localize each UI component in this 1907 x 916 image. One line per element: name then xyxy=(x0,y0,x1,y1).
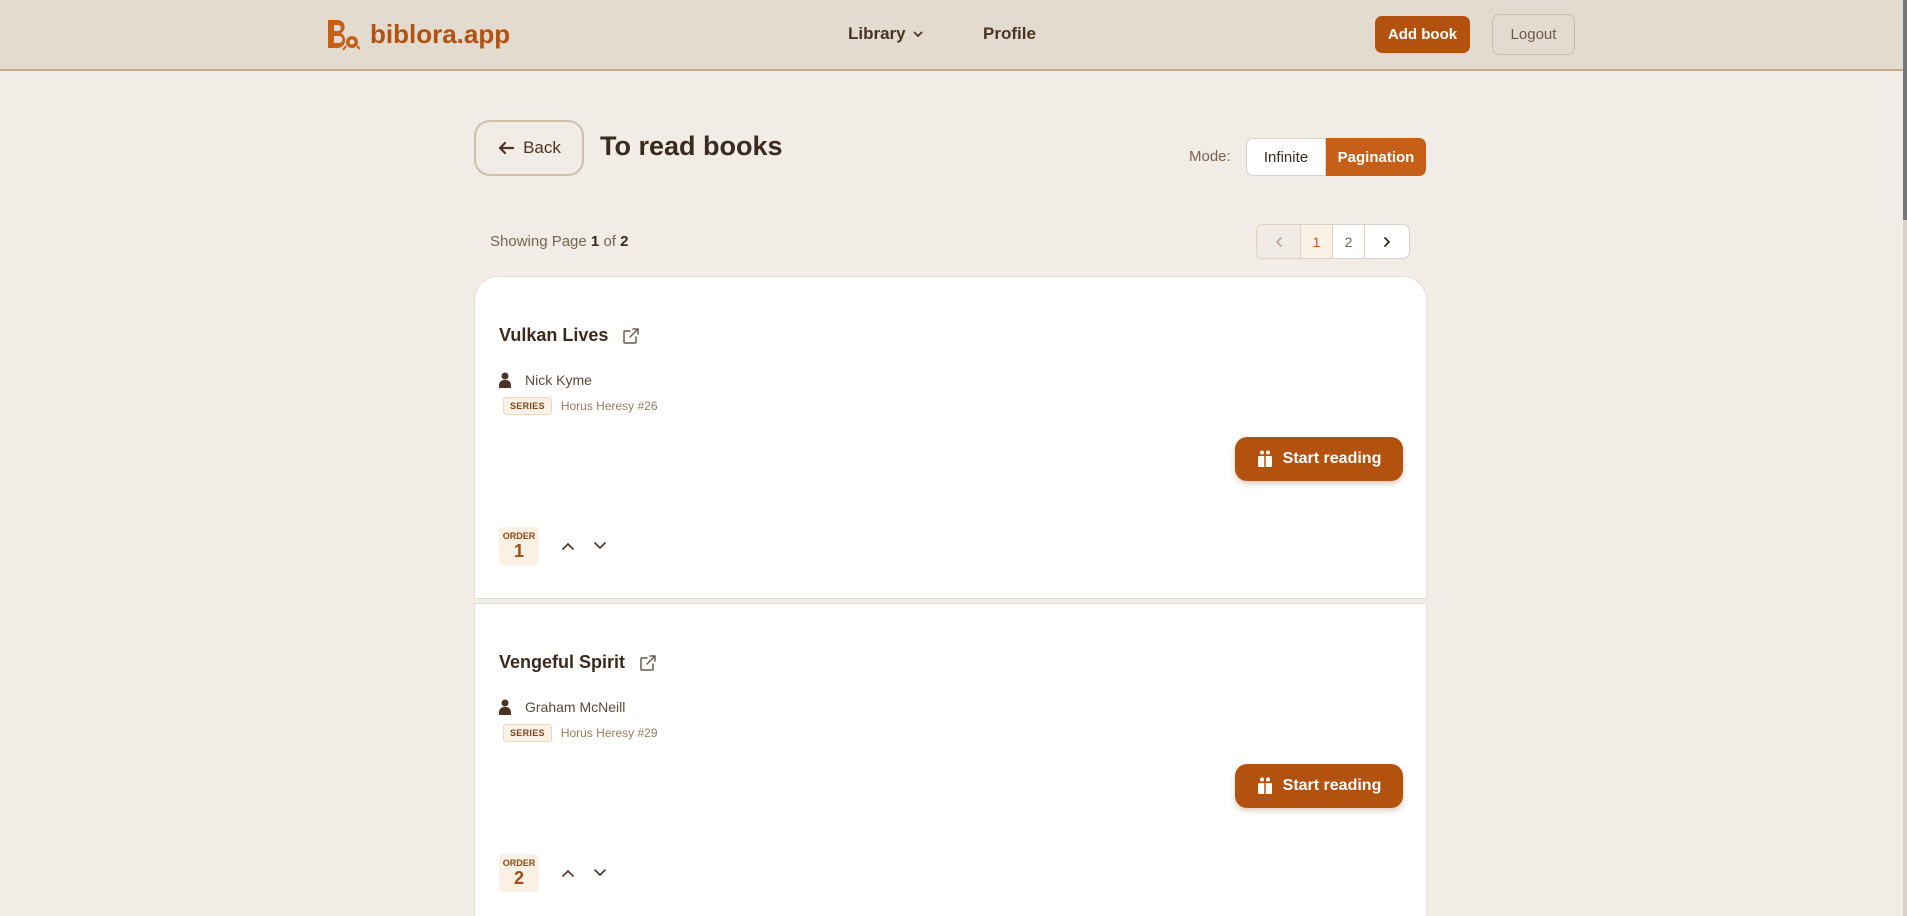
nav-profile-label: Profile xyxy=(983,24,1036,43)
move-up-button[interactable] xyxy=(558,536,578,556)
series-row: SERIES Horus Heresy #26 xyxy=(503,397,658,415)
chevron-up-icon xyxy=(562,869,574,877)
chevron-left-icon xyxy=(1275,236,1282,247)
page-title: To read books xyxy=(600,131,783,161)
start-reading-label: Start reading xyxy=(1282,777,1382,794)
book-title[interactable]: Vengeful Spirit xyxy=(499,652,625,673)
order-number: 1 xyxy=(513,541,524,561)
book-open-icon xyxy=(1257,450,1272,467)
mode-infinite-button[interactable]: Infinite xyxy=(1246,138,1326,176)
pagination-control: 1 2 xyxy=(1256,224,1410,259)
mode-pagination-button[interactable]: Pagination xyxy=(1326,138,1426,176)
series-row: SERIES Horus Heresy #29 xyxy=(503,724,658,742)
series-name: Horus Heresy #29 xyxy=(560,726,658,740)
chevron-down-icon xyxy=(594,869,606,877)
move-down-button[interactable] xyxy=(590,536,610,556)
external-link-icon[interactable] xyxy=(622,327,640,345)
back-button[interactable]: Back xyxy=(474,120,584,176)
book-title[interactable]: Vulkan Lives xyxy=(499,325,608,346)
external-link-icon[interactable] xyxy=(639,654,657,672)
start-reading-label: Start reading xyxy=(1282,450,1382,467)
move-down-button[interactable] xyxy=(590,863,610,883)
of-label: of xyxy=(603,233,616,250)
order-label: ORDER xyxy=(502,531,536,541)
start-reading-button[interactable]: Start reading xyxy=(1235,437,1403,481)
order-badge: ORDER 1 xyxy=(499,527,539,565)
book-title-row: Vengeful Spirit xyxy=(499,652,657,673)
order-label: ORDER xyxy=(502,858,536,868)
order-badge: ORDER 2 xyxy=(499,854,539,892)
author-row: Graham McNeill xyxy=(499,699,625,715)
series-tag: SERIES xyxy=(503,724,552,742)
brand-logo-icon xyxy=(328,20,360,51)
book-open-icon xyxy=(1257,777,1272,794)
book-card: Vulkan Lives Nick Kyme SERIES Horus Here… xyxy=(474,276,1427,599)
author-name: Graham McNeill xyxy=(525,699,626,715)
series-name: Horus Heresy #26 xyxy=(560,399,658,413)
page-button-1[interactable]: 1 xyxy=(1301,225,1333,258)
page-button-2[interactable]: 2 xyxy=(1333,225,1365,258)
author-name: Nick Kyme xyxy=(525,372,592,388)
showing-prefix: Showing Page xyxy=(490,233,587,250)
next-page-button[interactable] xyxy=(1365,225,1409,258)
mode-toggle: Infinite Pagination xyxy=(1246,138,1426,176)
nav-library-label: Library xyxy=(848,24,906,43)
book-card: Vengeful Spirit Graham McNeill SERIES Ho… xyxy=(474,603,1427,916)
nav-library-dropdown[interactable]: Library xyxy=(848,24,924,44)
brand-name: biblora.app xyxy=(370,18,511,49)
scrollbar-thumb[interactable] xyxy=(1903,0,1907,220)
showing-page-text: Showing Page 1 of 2 xyxy=(490,233,628,250)
author-row: Nick Kyme xyxy=(499,372,592,388)
add-book-button[interactable]: Add book xyxy=(1375,16,1470,53)
series-tag: SERIES xyxy=(503,397,552,415)
chevron-down-icon xyxy=(594,542,606,550)
back-label: Back xyxy=(523,138,561,157)
move-up-button[interactable] xyxy=(558,863,578,883)
brand-link[interactable]: biblora.app xyxy=(326,16,510,52)
mode-label: Mode: xyxy=(1189,148,1231,165)
start-reading-button[interactable]: Start reading xyxy=(1235,764,1403,808)
book-title-row: Vulkan Lives xyxy=(499,325,640,346)
chevron-down-icon xyxy=(913,31,923,38)
user-icon xyxy=(499,372,511,388)
total-pages: 2 xyxy=(620,233,629,250)
current-page: 1 xyxy=(590,233,600,250)
chevron-right-icon xyxy=(1384,236,1391,247)
previous-page-button[interactable] xyxy=(1257,225,1301,258)
user-icon xyxy=(499,699,511,715)
order-number: 2 xyxy=(513,868,524,888)
top-navbar: biblora.app Library Profile Add book Log… xyxy=(0,0,1907,71)
nav-profile-link[interactable]: Profile xyxy=(983,24,1036,44)
arrow-left-icon xyxy=(498,141,515,155)
chevron-up-icon xyxy=(562,542,574,550)
logout-button[interactable]: Logout xyxy=(1492,14,1575,55)
